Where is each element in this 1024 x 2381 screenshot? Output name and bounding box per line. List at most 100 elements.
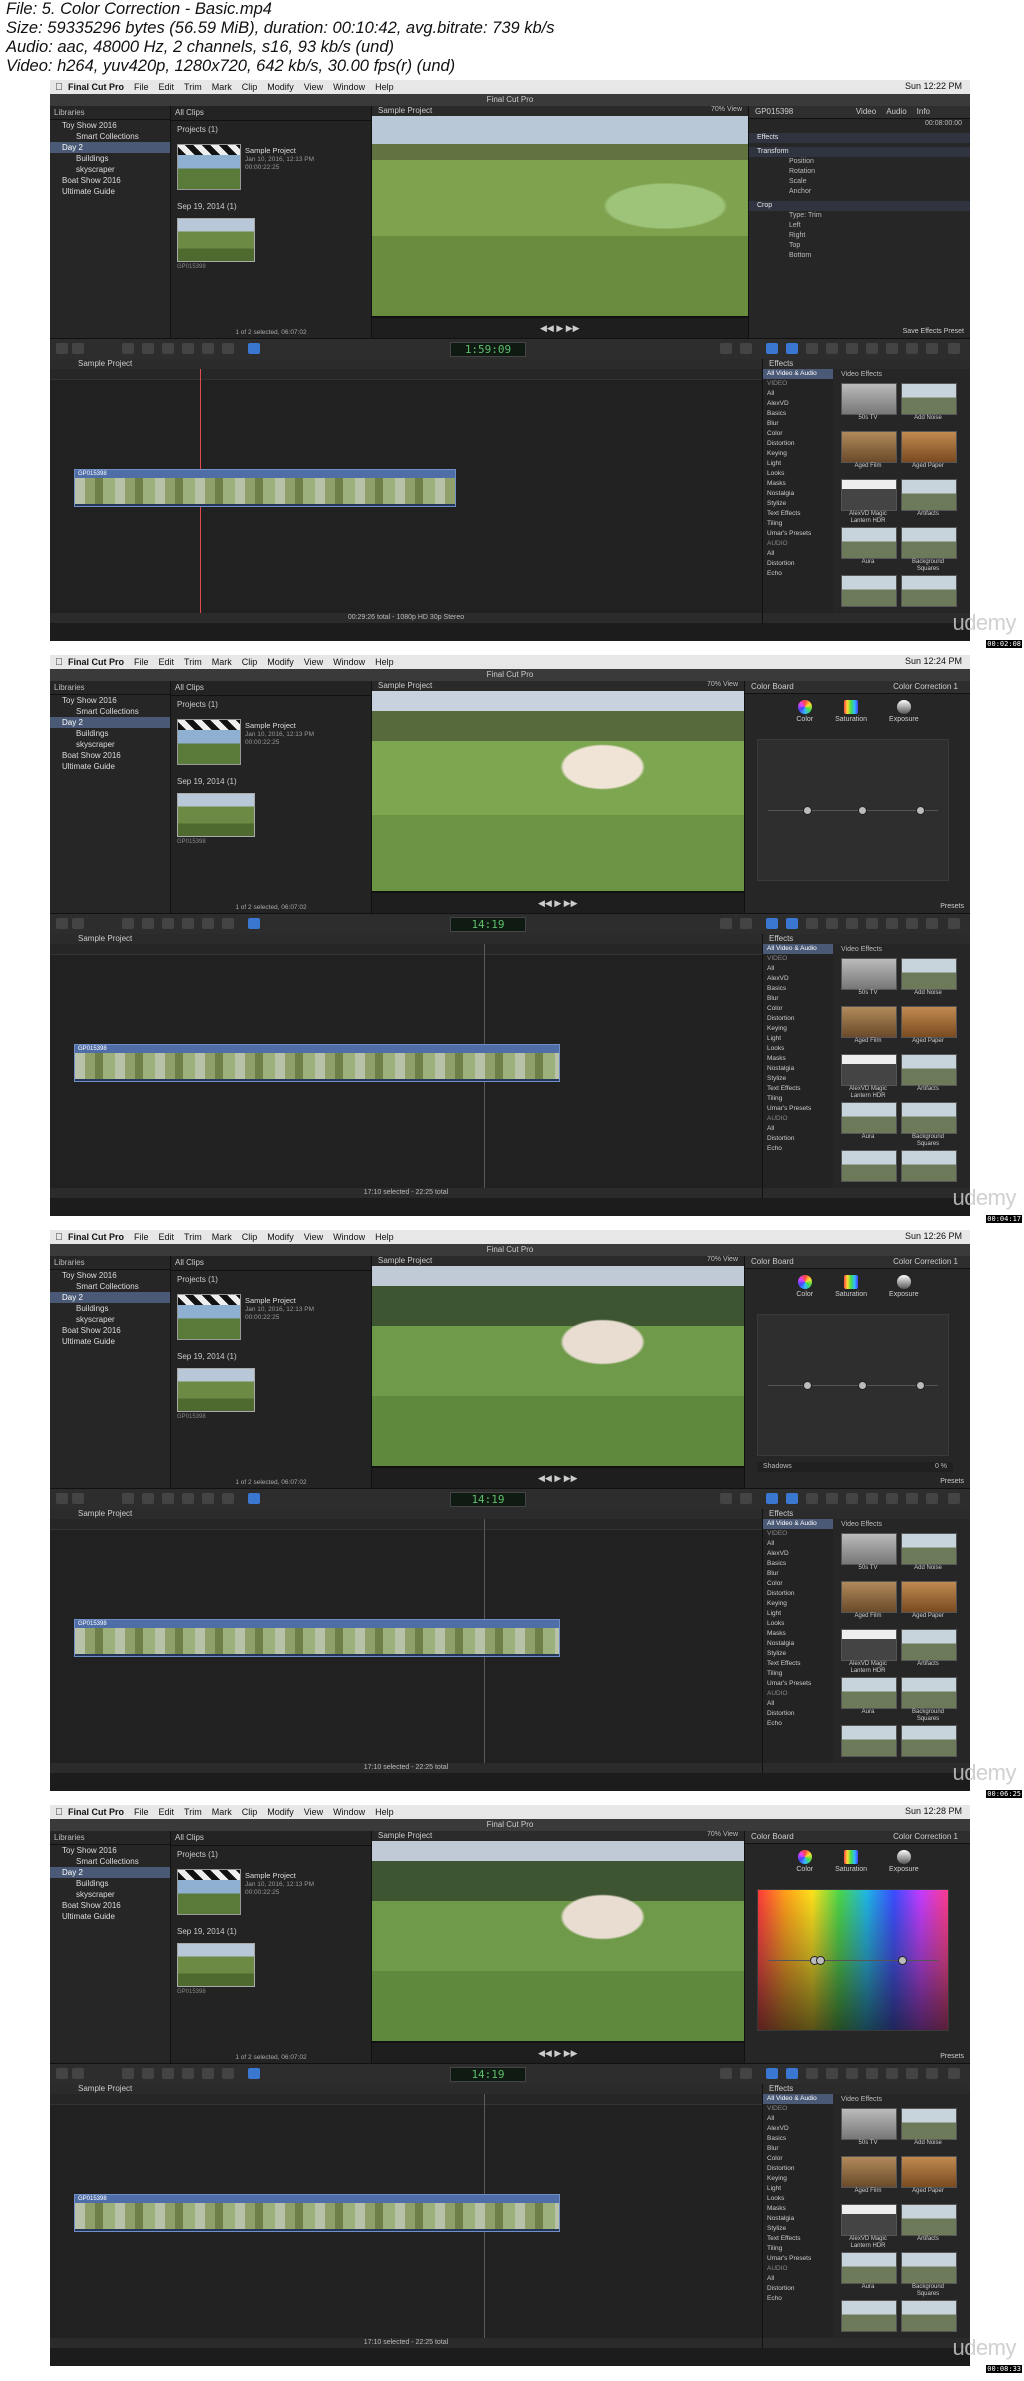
effects-category[interactable]: Looks	[763, 469, 833, 479]
effects-category[interactable]: Color	[763, 1004, 833, 1014]
toolbar-button[interactable]	[202, 1493, 214, 1504]
effects-category[interactable]: Stylize	[763, 1649, 833, 1659]
clip-filter[interactable]: All Clips	[171, 106, 371, 121]
effect-tile[interactable]: Add Noise	[901, 958, 957, 1000]
effect-tile[interactable]: 50s TV	[841, 1533, 897, 1575]
inspector-row[interactable]: Top	[749, 241, 970, 251]
menu-item[interactable]: Window	[333, 82, 365, 92]
midtones-puck[interactable]	[858, 1381, 867, 1390]
effect-tile[interactable]: Background Squares	[901, 1677, 957, 1722]
effect-tile[interactable]: Background Squares	[901, 1102, 957, 1147]
project-thumbnail[interactable]	[177, 1294, 241, 1340]
effect-tile[interactable]: Background Squares	[901, 2252, 957, 2297]
date-group[interactable]: Sep 19, 2014 (1)	[171, 198, 243, 213]
effects-category[interactable]: Keying	[763, 1599, 833, 1609]
effects-search-bar[interactable]	[763, 613, 970, 623]
menu-item[interactable]: Help	[375, 1232, 394, 1242]
effects-category[interactable]: Tiling	[763, 1669, 833, 1679]
toolbar-button[interactable]	[202, 918, 214, 929]
toolbar-button[interactable]	[56, 343, 68, 354]
effects-category[interactable]: All	[763, 2274, 833, 2284]
effect-tile[interactable]	[841, 575, 897, 617]
effect-tile[interactable]: Artifacts	[901, 1054, 957, 1096]
library-item[interactable]: Ultimate Guide	[50, 186, 170, 197]
effects-category[interactable]: Distortion	[763, 2164, 833, 2174]
toolbar-button[interactable]	[162, 1493, 174, 1504]
toolbar-button[interactable]	[846, 918, 858, 929]
effect-tile[interactable]: Aged Film	[841, 431, 897, 473]
effects-category[interactable]: AlexVD	[763, 2124, 833, 2134]
play-icon[interactable]: ◀◀ ▶ ▶▶	[538, 1473, 578, 1484]
menu-item[interactable]: Edit	[159, 1232, 175, 1242]
library-item[interactable]: Boat Show 2016	[50, 175, 170, 186]
toolbar-button[interactable]	[926, 343, 938, 354]
library-item[interactable]: Toy Show 2016	[50, 1845, 170, 1856]
library-item[interactable]: Buildings	[50, 728, 170, 739]
toolbar-button[interactable]	[142, 343, 154, 354]
effects-category[interactable]: Keying	[763, 1024, 833, 1034]
library-item[interactable]: Ultimate Guide	[50, 1911, 170, 1922]
date-group[interactable]: Sep 19, 2014 (1)	[171, 1923, 243, 1938]
inspector-row[interactable]: Crop	[749, 201, 970, 211]
toolbar-button[interactable]	[846, 1493, 858, 1504]
toolbar-button[interactable]	[202, 343, 214, 354]
toolbar-button[interactable]	[886, 2068, 898, 2079]
shadows-puck[interactable]	[816, 1956, 825, 1965]
inspector-row[interactable]: Transform	[749, 147, 970, 157]
effect-tile[interactable]: Artifacts	[901, 479, 957, 521]
menu-item[interactable]: Final Cut Pro	[68, 657, 124, 667]
library-item[interactable]: Day 2	[50, 142, 170, 153]
toolbar-button[interactable]	[948, 343, 960, 354]
timeline-ruler[interactable]	[50, 2094, 762, 2105]
effects-category[interactable]: AlexVD	[763, 974, 833, 984]
shadows-puck[interactable]	[803, 806, 812, 815]
clip-filter[interactable]: All Clips	[171, 1256, 371, 1271]
library-item[interactable]: skyscraper	[50, 164, 170, 175]
inspector-row[interactable]: Right	[749, 231, 970, 241]
effects-category[interactable]: Nostalgia	[763, 1064, 833, 1074]
menu-item[interactable]: Help	[375, 1807, 394, 1817]
menu-item[interactable]: Modify	[267, 1232, 294, 1242]
effect-tile[interactable]: Aged Film	[841, 1006, 897, 1048]
effects-category[interactable]: Nostalgia	[763, 489, 833, 499]
toolbar-button[interactable]	[72, 1493, 84, 1504]
inspector-tab[interactable]: Audio	[886, 107, 906, 116]
menu-item[interactable]: Window	[333, 1807, 365, 1817]
effect-tile[interactable]: Aged Paper	[901, 1581, 957, 1623]
viewer-zoom[interactable]: 70% View	[707, 681, 738, 688]
library-item[interactable]: Day 2	[50, 1292, 170, 1303]
viewer-zoom[interactable]: 70% View	[707, 1256, 738, 1263]
menu-item[interactable]: Trim	[184, 82, 202, 92]
effect-tile[interactable]: Add Noise	[901, 1533, 957, 1575]
effects-category[interactable]: AlexVD	[763, 399, 833, 409]
toolbar-button[interactable]	[766, 343, 778, 354]
menu-item[interactable]: Mark	[212, 1807, 232, 1817]
toolbar-button[interactable]	[182, 918, 194, 929]
effects-category[interactable]: Echo	[763, 1719, 833, 1729]
presets-button[interactable]: Presets	[940, 903, 964, 910]
effect-tile[interactable]: Aged Film	[841, 2156, 897, 2198]
toolbar-button[interactable]	[248, 2068, 260, 2079]
toolbar-button[interactable]	[122, 2068, 134, 2079]
presets-button[interactable]: Presets	[940, 2053, 964, 2060]
viewer-zoom[interactable]: 70% View	[711, 106, 742, 113]
effects-category[interactable]: Light	[763, 459, 833, 469]
effects-category[interactable]: All	[763, 549, 833, 559]
timeline-clip[interactable]: GP015398	[74, 469, 456, 507]
timeline-clip[interactable]: GP015398	[74, 2194, 560, 2232]
view-menu[interactable]: View	[723, 1256, 738, 1263]
effect-tile[interactable]: AlexVD Magic Lantern HDR	[841, 2204, 897, 2249]
toolbar-button[interactable]	[248, 918, 260, 929]
library-item[interactable]: Boat Show 2016	[50, 1325, 170, 1336]
effect-tile[interactable]	[841, 1150, 897, 1192]
effect-tile[interactable]: Background Squares	[901, 527, 957, 572]
toolbar-button[interactable]	[786, 1493, 798, 1504]
toolbar-button[interactable]	[906, 343, 918, 354]
effects-category[interactable]: Distortion	[763, 1589, 833, 1599]
effect-tile[interactable]: Aura	[841, 2252, 897, 2294]
effects-category[interactable]: Basics	[763, 984, 833, 994]
toolbar-button[interactable]	[720, 343, 732, 354]
menu-item[interactable]: Clip	[242, 1807, 258, 1817]
effects-category[interactable]: Distortion	[763, 2284, 833, 2294]
toolbar-button[interactable]	[826, 2068, 838, 2079]
